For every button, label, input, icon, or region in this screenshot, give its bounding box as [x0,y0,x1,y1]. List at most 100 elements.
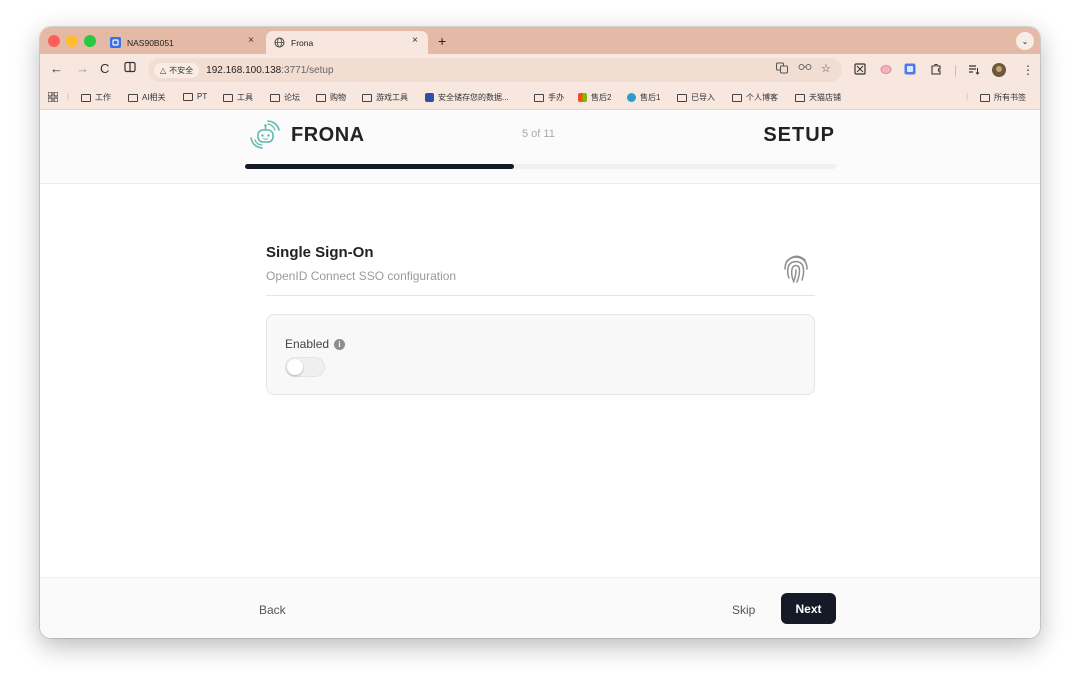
folder-icon [362,93,372,102]
apps-grid-icon[interactable] [48,92,58,102]
bookmarks-divider: | [966,92,969,101]
bookmark-folder[interactable]: PT [183,92,207,101]
bookmark-folder[interactable]: 工作 [81,92,111,103]
toolbar-divider: | [954,63,958,77]
maximize-window-button[interactable] [84,35,96,47]
split-view-icon[interactable] [124,61,136,76]
close-tab-icon[interactable]: × [248,35,254,46]
bookmark-label: 售后1 [640,93,661,102]
profile-avatar[interactable] [992,63,1006,80]
tab-bar: NAS90B051 × Frona × + ⌄ [40,27,1040,54]
bookmark-label: 天猫店铺 [809,93,841,102]
setup-page: FRONA 5 of 11 SETUP Single Sign-On OpenI… [40,111,1040,638]
tab-frona[interactable]: Frona × [266,31,428,54]
brand-name: FRONA [291,124,365,146]
bookmark-folder[interactable]: 游戏工具 [362,92,408,103]
warning-triangle-icon: △ [160,65,167,75]
translate-icon[interactable] [776,62,788,77]
fingerprint-icon [784,255,808,283]
bookmark-folder[interactable]: AI相关 [128,92,166,103]
bookmark-label: 工作 [95,93,111,102]
progress-bar [245,164,836,169]
tab-title: Frona [291,37,314,48]
reload-icon[interactable]: C [100,61,109,76]
browser-menu-icon[interactable]: ⋮ [1022,63,1034,77]
all-bookmarks-folder[interactable]: 所有书签 [980,92,1026,103]
page-title: SETUP [763,124,835,146]
bookmark-label: 安全储存您的数据... [438,93,509,102]
bookmarks-bar: | 工作 AI相关 PT 工具 论坛 购物 游戏工具 安全储存您的数据... 手… [40,86,1040,110]
bookmark-link[interactable]: 售后2 [578,92,611,103]
url-path: :3771/setup [281,64,334,76]
bookmark-folder[interactable]: 手办 [534,92,564,103]
section-title: Single Sign-On [266,244,374,261]
bookmark-folder[interactable]: 天猫店铺 [795,92,841,103]
bookmark-folder[interactable]: 论坛 [270,92,300,103]
enabled-toggle[interactable] [285,357,325,377]
folder-icon [677,93,687,102]
windows-logo-icon [578,93,587,102]
setup-header: FRONA 5 of 11 SETUP [40,111,1040,184]
pig-extension-icon[interactable] [880,63,892,78]
tab-title: NAS90B051 [127,37,174,48]
back-arrow-icon[interactable]: ← [50,61,63,76]
enabled-label: Enabled [285,337,330,351]
globe-icon [274,37,285,48]
robot-logo-icon [250,120,280,149]
close-tab-icon[interactable]: × [412,35,418,46]
bookmark-star-icon[interactable]: ☆ [821,62,831,75]
forward-arrow-icon[interactable]: → [76,61,89,76]
security-warning-label: 不安全 [169,65,194,75]
folder-icon [732,93,742,102]
bookmark-label: 游戏工具 [376,93,408,102]
folder-icon [81,93,91,102]
url-host: 192.168.100.138 [206,64,282,76]
progress-fill [245,164,514,169]
bookmark-link[interactable]: 售后1 [627,92,660,103]
secure-storage-icon [425,93,434,102]
bookmark-label: 购物 [330,93,346,102]
bookmark-label: 论坛 [284,93,300,102]
folder-icon [183,92,193,101]
bookmarks-divider: | [67,92,70,101]
browser-window: NAS90B051 × Frona × + ⌄ ← → C △ 不安全 192.… [40,27,1040,638]
reading-list-icon[interactable] [968,63,980,78]
folder-icon [980,93,990,102]
security-warning-chip[interactable]: △ 不安全 [154,62,200,78]
section-subtitle: OpenID Connect SSO configuration [266,269,457,283]
step-indicator: 5 of 11 [522,128,555,140]
folder-icon [128,93,138,102]
bookmark-folder[interactable]: 工具 [223,92,253,103]
next-button[interactable]: Next [781,593,836,624]
bookmark-folder[interactable]: 个人博客 [732,92,778,103]
folder-icon [534,93,544,102]
bookmark-folder[interactable]: 购物 [316,92,346,103]
tab-search-chevron-icon[interactable]: ⌄ [1016,32,1034,50]
bookmark-label: 已导入 [691,93,715,102]
address-bar[interactable]: △ 不安全 192.168.100.138 :3771/setup ☆ [148,58,842,82]
nas-favicon-icon [110,37,121,48]
tab-nas[interactable]: NAS90B051 × [102,31,264,54]
extensions-puzzle-icon[interactable] [930,63,942,78]
close-window-button[interactable] [48,35,60,47]
info-icon[interactable]: i [334,338,346,350]
minimize-window-button[interactable] [66,35,78,47]
bookmark-label: 售后2 [591,93,612,102]
bookmark-label: PT [197,92,208,101]
folder-icon [316,93,326,102]
folder-icon [223,93,233,102]
back-button[interactable]: Back [259,603,286,617]
bookmark-folder[interactable]: 已导入 [677,92,715,103]
new-tab-button[interactable]: + [438,33,446,49]
section-divider [266,295,815,296]
folder-icon [795,93,805,102]
service-globe-icon [627,93,636,102]
skip-button[interactable]: Skip [732,603,755,617]
bookmark-link[interactable]: 安全储存您的数据... [425,92,509,103]
bookmark-label: AI相关 [142,93,166,102]
password-key-icon[interactable] [798,62,812,75]
blue-extension-icon[interactable] [904,63,916,78]
screenshot-extension-icon[interactable] [854,63,866,78]
browser-toolbar: ← → C △ 不安全 192.168.100.138 :3771/setup … [40,54,1040,86]
toggle-knob [287,359,303,375]
